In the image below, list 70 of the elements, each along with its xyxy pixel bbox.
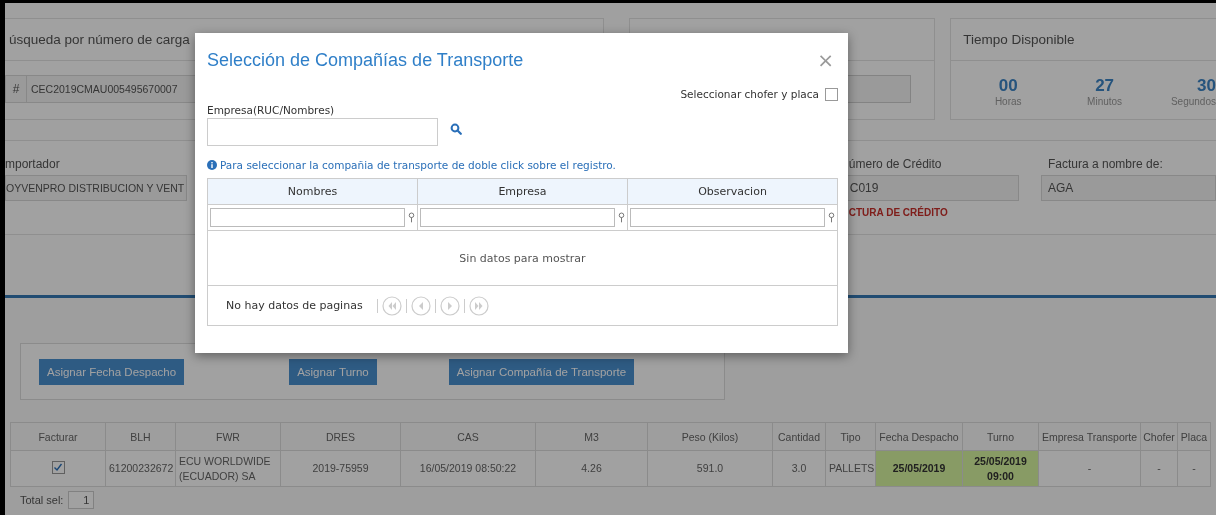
- warning-text: CTURA DE CRÉDITO: [847, 207, 948, 218]
- timer-value: 30: [1197, 76, 1216, 96]
- checkbox-label: Seleccionar chofer y placa: [680, 88, 819, 100]
- timer-value: 27: [1095, 76, 1115, 96]
- field-label: Empresa(RUC/Nombres): [207, 104, 336, 118]
- table-cell: 25/05/2019: [875, 450, 963, 487]
- table-cell: -: [1038, 450, 1141, 487]
- column-header: M3: [535, 422, 648, 451]
- importer-field[interactable]: OYVENPRO DISTRIBUCION Y VENT: [5, 175, 187, 201]
- info-icon: [207, 160, 217, 170]
- timer-unit-label: Horas: [994, 96, 1022, 107]
- column-header: Facturar: [10, 422, 106, 451]
- checkbox[interactable]: [825, 87, 838, 101]
- column-header: Placa: [1177, 422, 1211, 451]
- dialog-title: Selección de Compañías de Transporte: [207, 49, 524, 71]
- pager-button[interactable]: [439, 295, 460, 316]
- column-header: Empresa: [417, 179, 627, 204]
- column-header: Turno: [962, 422, 1039, 451]
- column-header: Nombres: [286, 184, 339, 200]
- empty-message: Sin datos para mostrar: [459, 251, 586, 265]
- table-cell: 2019-75959: [280, 450, 401, 487]
- column-header: Peso (Kilos): [647, 422, 773, 451]
- table-cell: 16/05/2019 08:50:22: [400, 450, 536, 487]
- action-button[interactable]: Asignar Turno: [289, 358, 377, 385]
- checkbox[interactable]: [51, 460, 65, 474]
- column-header: Observacion: [627, 179, 837, 204]
- filter-field[interactable]: [630, 208, 825, 227]
- hash-addon: #: [6, 76, 27, 102]
- panel-title: Tiempo Disponible: [963, 32, 1075, 47]
- table-cell: 3.0: [772, 450, 826, 487]
- invoice-name-field[interactable]: AGA: [1041, 175, 1216, 201]
- column-header: Empresa Transporte: [1038, 422, 1141, 451]
- table-cell: 4.26: [535, 450, 648, 487]
- panel-title: úsqueda por número de carga: [9, 32, 190, 47]
- action-button[interactable]: Asignar Fecha Despacho: [39, 358, 185, 385]
- column-header: Chofer: [1140, 422, 1178, 451]
- table-cell: 25/05/2019 09:00: [962, 450, 1039, 487]
- close-button[interactable]: ×: [813, 48, 838, 72]
- field-label: mportador: [5, 157, 60, 173]
- column-header: Fecha Despacho: [875, 422, 963, 451]
- action-button[interactable]: Asignar Compañía de Transporte: [448, 358, 635, 385]
- hint-text: Para seleccionar la compañia de transporte de doble click sobre el registro.: [220, 159, 616, 171]
- column-header: FWR: [175, 422, 281, 451]
- total-label: Total sel:: [20, 494, 64, 506]
- table-cell: 61200232672: [105, 450, 176, 487]
- pager-button[interactable]: [468, 295, 489, 316]
- column-header: Cantidad: [772, 422, 826, 451]
- field-label: úmero de Crédito: [847, 157, 942, 173]
- table-cell: ECU WORLDWIDE (ECUADOR) SA: [175, 450, 281, 487]
- column-header: BLH: [105, 422, 176, 451]
- filter-icon[interactable]: [618, 212, 625, 223]
- column-header: Tipo: [825, 422, 876, 451]
- filter-field[interactable]: [420, 208, 615, 227]
- pager-text: No hay datos de paginas: [226, 299, 363, 312]
- filter-icon[interactable]: [828, 212, 835, 223]
- filter-icon[interactable]: [408, 212, 415, 223]
- filter-field[interactable]: [210, 208, 405, 227]
- timer-unit-label: Segundos: [1170, 96, 1216, 107]
- table-cell: PALLETS: [825, 450, 876, 487]
- pager-button[interactable]: [410, 295, 431, 316]
- timer-value: 00: [998, 76, 1018, 96]
- total-field: 1: [68, 491, 95, 509]
- company-search-field[interactable]: [207, 118, 438, 146]
- pager-button[interactable]: [381, 295, 402, 316]
- column-header: DRES: [280, 422, 401, 451]
- timer-unit-label: Minutos: [1087, 96, 1123, 107]
- column-header: CAS: [400, 422, 536, 451]
- field-label: Factura a nombre de:: [1047, 157, 1163, 173]
- table-cell: 591.0: [647, 450, 773, 487]
- search-icon[interactable]: [450, 123, 462, 135]
